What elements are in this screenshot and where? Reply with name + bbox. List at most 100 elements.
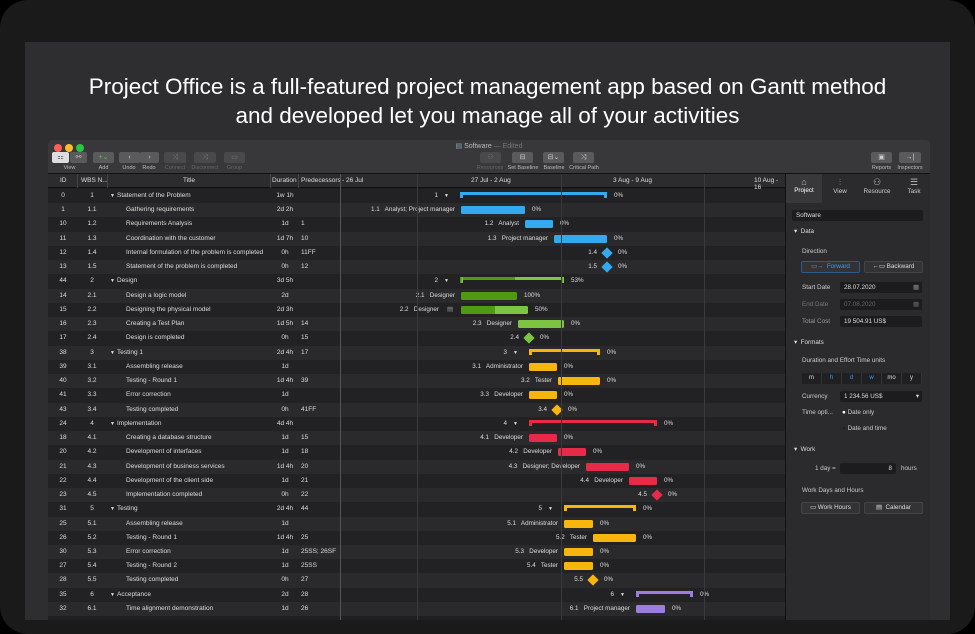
disclosure-triangle-icon[interactable]: ▼ [110,506,115,512]
column-title[interactable]: Title [183,177,195,184]
task-bar[interactable] [564,548,593,556]
task-bar[interactable] [529,434,557,443]
button-label: Work Hours [817,504,851,511]
date-only-radio[interactable]: ● Date only [842,409,874,416]
backward-button[interactable]: ←▭ Backward [864,261,923,273]
milestone-diamond[interactable] [601,261,613,273]
collapse-triangle-icon[interactable]: ▼ [513,350,518,356]
radio-label: Date only [847,409,875,416]
week-header: 27 Jul - 2 Aug [471,177,511,184]
document-name: Software [464,143,492,150]
undo-button[interactable]: ‹ [119,152,140,163]
milestone-diamond[interactable] [601,247,613,259]
tab-label: Resource [863,188,891,195]
collapse-triangle-icon[interactable]: ▼ [620,592,625,598]
disconnect-button[interactable]: ⤨ [194,152,216,163]
table-gantt-splitter[interactable] [340,174,341,620]
tab-project[interactable]: ⌂ Project [786,174,822,203]
task-bar[interactable] [518,320,564,329]
time-unit-d[interactable]: d [842,373,862,384]
date-and-time-radio[interactable]: ● Date and time [842,425,887,432]
summary-bar[interactable] [460,192,607,198]
column-wbs[interactable]: WBS N... [81,177,108,184]
disclosure-triangle-icon[interactable]: ▼ [110,193,115,199]
hours-per-day-input[interactable]: 8 [840,463,896,474]
disclosure-triangle-icon[interactable]: ▼ [110,592,115,598]
task-bar[interactable] [593,533,636,542]
collapse-triangle-icon[interactable]: ▼ [444,193,449,199]
task-wbs: 4.2 [87,448,97,456]
task-predecessors: 26 [301,604,309,612]
collapse-triangle-icon[interactable]: ▼ [513,421,518,427]
calendar-button[interactable]: ▤ Calendar [864,502,923,514]
resources-button[interactable]: ⚇ [480,152,501,163]
column-duration[interactable]: Duration [272,177,297,184]
collapse-triangle-icon[interactable]: ▼ [444,278,449,284]
milestone-diamond[interactable] [523,332,535,345]
task-bar[interactable] [564,562,593,571]
task-bar[interactable] [636,604,665,613]
collapse-triangle-icon[interactable]: ▼ [548,506,553,512]
column-predecessors[interactable]: Predecessors [301,177,341,184]
task-wbs: 1.1 [87,206,97,214]
task-predecessors: 41FF [301,405,317,413]
summary-bar[interactable] [564,505,636,512]
currency-select[interactable]: 1 234.56 US$ ▾ [840,391,922,402]
task-bar[interactable] [529,391,557,400]
milestone-diamond[interactable] [587,574,599,587]
gantt-wbs: 4.4 [580,476,590,484]
redo-button[interactable]: › [140,152,159,163]
note-icon[interactable]: ▤ [447,306,453,313]
task-bar[interactable] [461,305,528,314]
time-unit-y[interactable]: y [902,373,922,384]
disclosure-triangle-icon[interactable]: ▼ [110,350,115,356]
work-section-toggle[interactable]: ▾ Work [794,446,815,453]
view-gantt-button[interactable]: ⚏ [52,152,69,163]
set-baseline-button[interactable]: ⊟ [512,152,533,163]
task-bar[interactable] [629,476,657,485]
milestone-diamond[interactable] [651,489,663,501]
progress-percent: 0% [618,263,628,271]
task-bar[interactable] [461,291,517,300]
summary-bar[interactable] [460,277,564,284]
tab-task[interactable]: ☰ Task [896,174,930,203]
summary-bar[interactable] [529,419,657,426]
summary-bar[interactable] [529,348,600,355]
task-bar[interactable] [529,362,557,371]
task-wbs: 5 [90,505,94,513]
disclosure-triangle-icon[interactable]: ▼ [110,278,115,284]
task-bar[interactable] [586,462,629,471]
group-button[interactable]: ▭ [224,152,245,163]
baseline-button[interactable]: ⊟⌄ [543,152,564,163]
work-hours-button[interactable]: ▭ Work Hours [801,502,860,514]
project-name-input[interactable]: Software [792,210,923,221]
tab-view[interactable]: ⫶ View [822,174,858,203]
formats-section-toggle[interactable]: ▾ Formats [794,339,824,346]
task-bar[interactable] [558,377,600,386]
task-bar[interactable] [525,220,553,229]
inspectors-button[interactable]: →| [899,152,921,163]
radio-label: Date and time [847,425,887,432]
time-unit-m[interactable]: m [802,373,822,384]
time-unit-h[interactable]: h [822,373,842,384]
gantt-resource: Administrator [485,362,523,370]
task-duration: 2d [281,590,289,598]
start-date-input[interactable]: 28.07.2020 ▦ [840,282,922,293]
calendar-icon[interactable]: ▦ [913,284,919,291]
summary-bar[interactable] [636,590,693,597]
data-section-toggle[interactable]: ▾ Data [794,228,814,235]
forward-button[interactable]: ▭→ Forward [801,261,860,273]
connect-button[interactable]: ⤨ [164,152,186,163]
disclosure-triangle-icon[interactable]: ▼ [110,421,115,427]
critical-path-button[interactable]: ⤨ [573,152,594,163]
time-unit-w[interactable]: w [862,373,882,384]
view-network-button[interactable]: ⚯ [70,152,87,163]
time-unit-mo[interactable]: mo [882,373,902,384]
task-bar[interactable] [564,519,593,528]
column-id[interactable]: ID [60,177,67,184]
reports-button[interactable]: ▣ [871,152,892,163]
tab-resource[interactable]: ⚇ Resource [858,174,896,203]
task-bar[interactable] [558,448,586,457]
task-bar[interactable] [461,206,525,215]
add-button[interactable]: +⌄ [93,152,114,163]
